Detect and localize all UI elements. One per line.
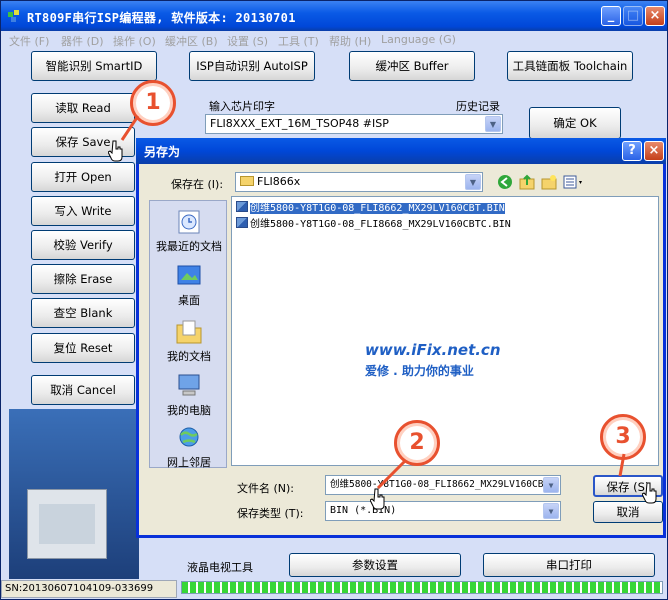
dialog-close-button[interactable]: × bbox=[644, 141, 664, 161]
dialog-title: 另存为 bbox=[144, 145, 181, 159]
params-button[interactable]: 参数设置 bbox=[289, 553, 461, 577]
filetype-value: BIN (*.BIN) bbox=[330, 505, 397, 516]
callout-arrow-icon bbox=[376, 458, 408, 490]
chevron-down-icon[interactable]: ▼ bbox=[543, 477, 559, 493]
write-button[interactable]: 写入 Write bbox=[31, 196, 135, 226]
ok-button[interactable]: 确定 OK bbox=[529, 107, 621, 139]
hand-cursor-icon bbox=[642, 482, 657, 504]
back-icon[interactable] bbox=[497, 174, 513, 190]
chevron-down-icon[interactable]: ▼ bbox=[485, 116, 501, 132]
folder-icon bbox=[240, 176, 254, 186]
hand-cursor-icon bbox=[370, 488, 385, 510]
erase-button[interactable]: 擦除 Erase bbox=[31, 264, 135, 294]
menu-tools[interactable]: 工具 (T) bbox=[278, 33, 319, 49]
up-folder-icon[interactable] bbox=[519, 174, 535, 190]
smartid-button[interactable]: 智能识别 SmartID bbox=[31, 51, 157, 81]
menu-buffer[interactable]: 缓冲区 (B) bbox=[165, 33, 218, 49]
blank-button[interactable]: 查空 Blank bbox=[31, 298, 135, 328]
folder-icon bbox=[176, 320, 202, 344]
serial-print-button[interactable]: 串口打印 bbox=[483, 553, 655, 577]
chip-label: 输入芯片印字 bbox=[209, 100, 275, 113]
menu-language[interactable]: Language (G) bbox=[381, 33, 456, 46]
dialog-cancel-button[interactable]: 取消 bbox=[593, 501, 663, 523]
places-bar: 我最近的文档 桌面 我的文档 我的电脑 网上邻居 bbox=[149, 200, 228, 470]
serial-number: SN:20130607104109-033699 bbox=[5, 583, 154, 594]
menu-settings[interactable]: 设置 (S) bbox=[227, 33, 268, 49]
menu-help[interactable]: 帮助 (H) bbox=[329, 33, 371, 49]
computer-icon bbox=[178, 374, 200, 396]
filename-value: 创维5800-Y8T1G0-08_FLI8662_MX29LV160CBT bbox=[330, 479, 550, 490]
maximize-button[interactable]: □ bbox=[623, 6, 643, 26]
clock-icon bbox=[178, 210, 200, 234]
new-folder-icon[interactable] bbox=[541, 174, 557, 190]
open-button[interactable]: 打开 Open bbox=[31, 162, 135, 192]
filename-input[interactable]: 创维5800-Y8T1G0-08_FLI8662_MX29LV160CBT ▼ bbox=[325, 475, 561, 495]
chevron-down-icon[interactable]: ▼ bbox=[465, 174, 481, 190]
progress-bar bbox=[181, 581, 663, 594]
history-label: 历史记录 bbox=[456, 100, 500, 113]
watermark-url: www.iFix.net.cn bbox=[365, 341, 501, 359]
filetype-label: 保存类型 (T): bbox=[237, 507, 304, 520]
menu-file[interactable]: 文件 (F) bbox=[9, 33, 49, 49]
place-desktop[interactable]: 桌面 bbox=[150, 263, 228, 308]
programmer-photo bbox=[9, 409, 139, 579]
status-bar: SN:20130607104109-033699 bbox=[1, 580, 177, 598]
close-button[interactable]: × bbox=[645, 6, 665, 26]
chip-value: FLI8XXX_EXT_16M_TSOP48 #ISP bbox=[210, 117, 389, 130]
minimize-button[interactable]: _ bbox=[601, 6, 621, 26]
help-button[interactable]: ? bbox=[622, 141, 642, 161]
app-icon bbox=[8, 10, 19, 22]
menu-device[interactable]: 器件 (D) bbox=[61, 33, 104, 49]
title-bar: RT809F串行ISP编程器, 软件版本: 20130701 _ □ × bbox=[1, 1, 667, 31]
bin-file-icon bbox=[236, 217, 248, 228]
lcd-tool-label: 液晶电视工具 bbox=[187, 561, 253, 574]
autoisp-button[interactable]: ISP自动识别 AutoISP bbox=[189, 51, 315, 81]
network-icon bbox=[179, 427, 199, 447]
place-network[interactable]: 网上邻居 bbox=[150, 425, 228, 470]
hand-cursor-icon bbox=[108, 140, 123, 162]
menu-bar: 文件 (F) 器件 (D) 操作 (O) 缓冲区 (B) 设置 (S) 工具 (… bbox=[1, 31, 667, 49]
callout-arrow-icon bbox=[618, 453, 626, 477]
file-item[interactable]: 创维5800-Y8T1G0-08_FLI8662_MX29LV160CBT.BI… bbox=[236, 201, 505, 215]
chevron-down-icon[interactable]: ▼ bbox=[543, 503, 559, 519]
dialog-title-bar: 另存为 ? × bbox=[136, 138, 666, 164]
file-item[interactable]: 创维5800-Y8T1G0-08_FLI8668_MX29LV160CBTC.B… bbox=[236, 217, 511, 231]
save-in-label: 保存在 (I): bbox=[171, 178, 224, 191]
filename-label: 文件名 (N): bbox=[237, 482, 295, 495]
cancel-op-button[interactable]: 取消 Cancel bbox=[31, 375, 135, 405]
place-documents[interactable]: 我的文档 bbox=[150, 319, 228, 364]
chip-select[interactable]: FLI8XXX_EXT_16M_TSOP48 #ISP ▼ bbox=[205, 114, 503, 134]
buffer-button[interactable]: 缓冲区 Buffer bbox=[349, 51, 475, 81]
reset-button[interactable]: 复位 Reset bbox=[31, 333, 135, 363]
filetype-select[interactable]: BIN (*.BIN) ▼ bbox=[325, 501, 561, 521]
menu-operation[interactable]: 操作 (O) bbox=[113, 33, 156, 49]
desktop-icon bbox=[177, 265, 201, 285]
file-list: 创维5800-Y8T1G0-08_FLI8662_MX29LV160CBT.BI… bbox=[231, 196, 659, 466]
toolchain-button[interactable]: 工具链面板 Toolchain bbox=[507, 51, 633, 81]
place-computer[interactable]: 我的电脑 bbox=[150, 373, 228, 418]
verify-button[interactable]: 校验 Verify bbox=[31, 230, 135, 260]
view-menu-icon[interactable] bbox=[563, 174, 585, 190]
save-in-select[interactable]: FLI866x ▼ bbox=[235, 172, 483, 192]
place-recent[interactable]: 我最近的文档 bbox=[150, 209, 228, 254]
save-in-value: FLI866x bbox=[257, 175, 301, 188]
watermark-slogan: 爱修 . 助力你的事业 bbox=[365, 364, 474, 378]
window-title: RT809F串行ISP编程器, 软件版本: 20130701 bbox=[27, 11, 296, 25]
bin-file-icon bbox=[236, 201, 248, 212]
